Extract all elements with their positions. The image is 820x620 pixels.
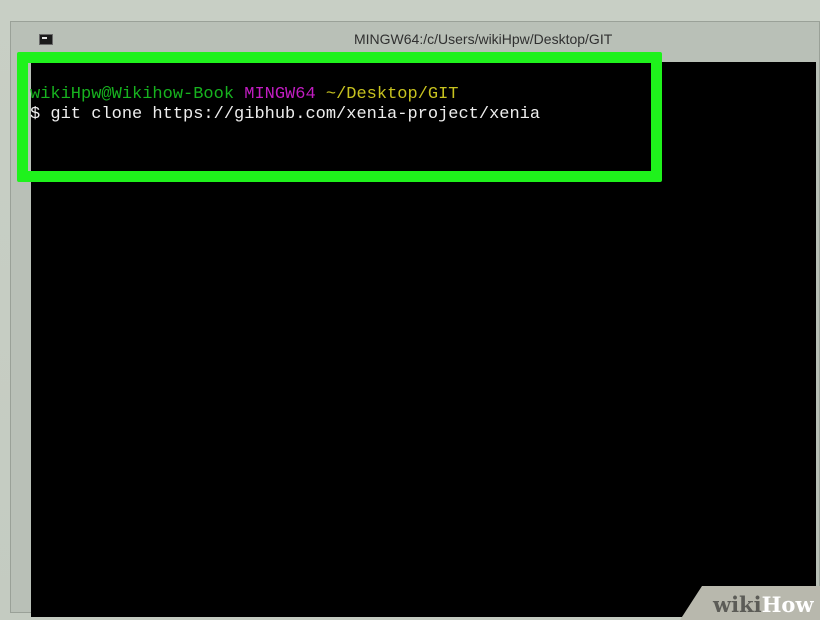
prompt-line: wikiHpw@Wikihow-Book MINGW64 ~/Desktop/G… (30, 86, 459, 104)
command-prefix: $ (30, 105, 41, 124)
command-text: git clone https://gibhub.com/xenia-proje… (50, 105, 541, 124)
prompt-user: wikiHpw@Wikihow-Book (30, 85, 235, 104)
wikihow-wiki-text: wiki (713, 592, 762, 617)
page: MINGW64:/c/Users/wikiHpw/Desktop/GIT wik… (0, 0, 820, 620)
window-title: MINGW64:/c/Users/wikiHpw/Desktop/GIT (354, 31, 613, 47)
wikihow-watermark: wikiHow (680, 586, 820, 620)
cmd-icon[interactable] (39, 34, 53, 45)
prompt-system: MINGW64 (244, 85, 316, 104)
command-line[interactable]: $ git clone https://gibhub.com/xenia-pro… (30, 106, 540, 124)
wikihow-logo: wikiHow (713, 592, 814, 617)
prompt-path: ~/Desktop/GIT (325, 85, 459, 104)
wikihow-how-text: How (761, 592, 814, 617)
